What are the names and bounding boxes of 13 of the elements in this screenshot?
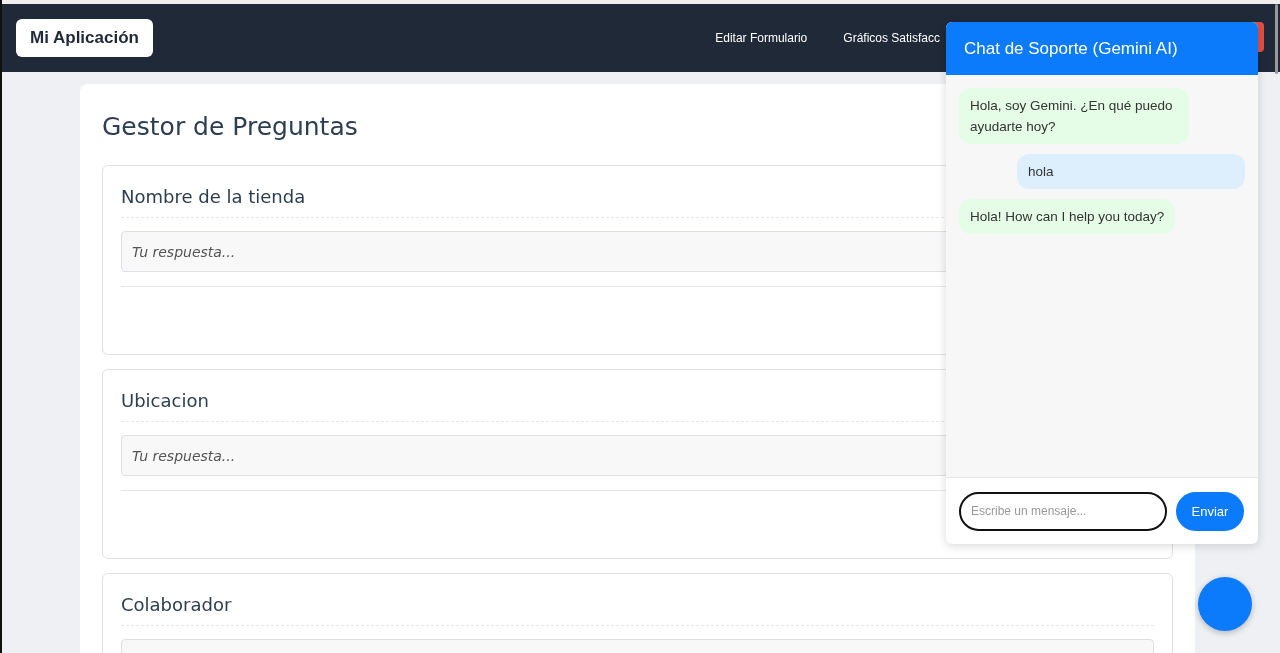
- nav-link[interactable]: Gráficos Satisfacc: [843, 31, 940, 45]
- chat-title: Chat de Soporte (Gemini AI): [964, 38, 1178, 59]
- question-label: Colaborador: [121, 594, 1154, 626]
- message-field[interactable]: Escribe un mensaje...: [959, 491, 1167, 531]
- send-button[interactable]: Enviar: [1176, 491, 1244, 531]
- bot-message: Hola, soy Gemini. ¿En qué puedo ayudarte hoy?: [959, 88, 1189, 144]
- bot-message: Hola! How can I help you today?: [959, 199, 1176, 234]
- page-title: Gestor de Preguntas: [102, 112, 358, 141]
- chat-toggle-button[interactable]: [1198, 577, 1252, 631]
- brand-link[interactable]: Mi Aplicación: [16, 19, 153, 57]
- user-message: hola: [1017, 154, 1245, 189]
- scrollbar[interactable]: [1275, 4, 1278, 74]
- nav-link[interactable]: Editar Formulario: [715, 31, 808, 45]
